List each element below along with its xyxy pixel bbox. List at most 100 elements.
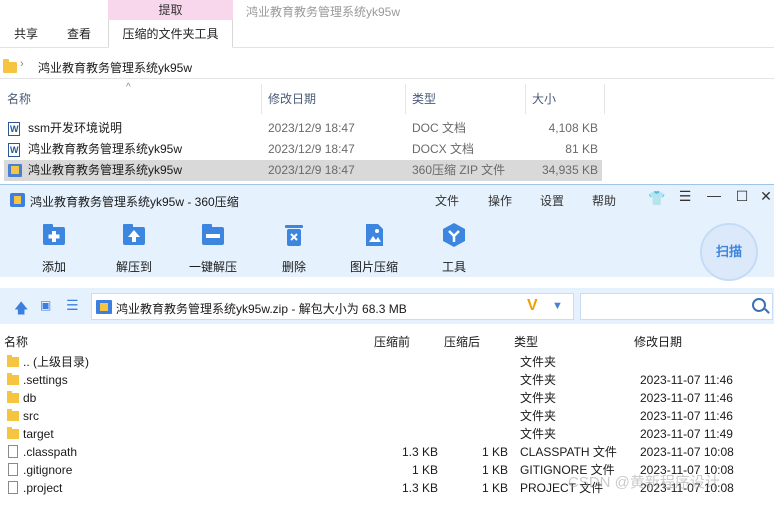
zip-row-name: .settings xyxy=(23,373,68,387)
zip-column-after[interactable]: 压缩后 xyxy=(444,333,480,350)
zip-row-date: 2023-11-07 11:46 xyxy=(640,391,733,405)
zip-row-name: target xyxy=(23,427,54,441)
file-icon xyxy=(8,445,18,458)
zip-row-name: .project xyxy=(23,481,63,495)
zip-row-date: 2023-11-07 11:49 xyxy=(640,427,733,441)
folder-icon xyxy=(7,355,19,367)
context-tab-header[interactable]: 提取 xyxy=(108,0,233,20)
menu-help[interactable]: 帮助 xyxy=(592,192,616,209)
explorer-address-bar[interactable]: › 鸿业教育教务管理系统yk95w xyxy=(0,53,774,79)
zip-row[interactable]: db 文件夹 2023-11-07 11:46 xyxy=(0,389,774,407)
zip-address-row: 🡅 ▣ ☰ 鸿业教育教务管理系统yk95w.zip - 解包大小为 68.3 M… xyxy=(0,288,774,324)
tab-share[interactable]: 共享 xyxy=(8,20,44,48)
file-size: 4,108 KB xyxy=(548,121,598,135)
zip-row-date: 2023-11-07 11:46 xyxy=(640,373,733,387)
explorer-window-title: 鸿业教育教务管理系统yk95w xyxy=(246,5,401,19)
zip-row-before: 1.3 KB xyxy=(401,445,438,459)
menu-file[interactable]: 文件 xyxy=(435,192,459,209)
add-icon xyxy=(43,224,65,245)
tools-label: 工具 xyxy=(441,260,466,274)
zip-row-name: .. (上级目录) xyxy=(23,355,89,369)
zip-row[interactable]: .. (上级目录) 文件夹 xyxy=(0,353,774,371)
close-icon[interactable]: ✕ xyxy=(757,188,774,205)
one-click-extract-icon xyxy=(202,224,224,245)
file-type: 360压缩 ZIP 文件 xyxy=(412,163,506,177)
dropdown-arrow-icon[interactable]: ▼ xyxy=(552,300,563,312)
zip-row[interactable]: .classpath 1.3 KB 1 KB CLASSPATH 文件 2023-11-… xyxy=(0,443,774,461)
add-label: 添加 xyxy=(41,260,66,274)
file-row[interactable]: ssm开发环境说明 2023/12/9 18:47 DOC 文档 4,108 K… xyxy=(4,118,602,140)
delete-button[interactable]: 删除 xyxy=(261,215,327,277)
file-type: DOCX 文档 xyxy=(412,142,475,156)
zip-archive-icon xyxy=(96,300,112,314)
word-doc-icon xyxy=(8,119,20,140)
list-view-icon[interactable]: ☰ xyxy=(66,297,79,314)
tab-compressed-folder-tools[interactable]: 压缩的文件夹工具 xyxy=(108,20,233,48)
skin-icon[interactable]: 👕 xyxy=(648,190,666,207)
menu-icon[interactable]: ☰ xyxy=(676,188,694,205)
zip-row-name: db xyxy=(23,391,37,405)
delete-label: 删除 xyxy=(281,260,306,274)
address-path: 鸿业教育教务管理系统yk95w xyxy=(38,61,193,75)
zip-row[interactable]: .settings 文件夹 2023-11-07 11:46 xyxy=(0,371,774,389)
column-divider[interactable] xyxy=(604,84,605,114)
file-name: 鸿业教育教务管理系统yk95w xyxy=(28,163,183,177)
zip-column-type[interactable]: 类型 xyxy=(514,333,538,350)
zip-titlebar[interactable]: 鸿业教育教务管理系统yk95w - 360压缩 文件 操作 设置 帮助 👕 ☰ … xyxy=(0,185,774,215)
one-click-extract-button[interactable]: 一键解压 xyxy=(180,215,246,277)
zip-row-after: 1 KB xyxy=(481,445,508,459)
column-divider[interactable] xyxy=(261,84,262,114)
chevron-right-icon: › xyxy=(20,58,24,70)
image-compress-label: 图片压缩 xyxy=(349,260,398,274)
column-type[interactable]: 类型 xyxy=(412,84,436,114)
file-row-selected[interactable]: 鸿业教育教务管理系统yk95w 2023/12/9 18:47 360压缩 ZI… xyxy=(4,160,602,181)
zip-address-field[interactable]: 鸿业教育教务管理系统yk95w.zip - 解包大小为 68.3 MB V ▼ xyxy=(91,293,574,320)
zip-row-name: .gitignore xyxy=(23,463,73,477)
extract-to-button[interactable]: 解压到 xyxy=(101,215,167,277)
folder-icon xyxy=(7,409,19,421)
search-icon[interactable] xyxy=(752,298,766,312)
zip-column-before[interactable]: 压缩前 xyxy=(374,333,410,350)
menu-settings[interactable]: 设置 xyxy=(540,192,564,209)
zip-row-type: 文件夹 xyxy=(520,427,557,441)
folder-icon xyxy=(7,391,19,403)
zip-row-after: 1 KB xyxy=(481,463,508,477)
zip-column-name[interactable]: 名称 xyxy=(4,333,28,350)
file-row[interactable]: 鸿业教育教务管理系统yk95w 2023/12/9 18:47 DOCX 文档 … xyxy=(4,139,602,161)
tools-button[interactable]: 工具 xyxy=(421,215,487,277)
ribbon-tabs: 共享 查看 压缩的文件夹工具 xyxy=(0,20,774,48)
maximize-icon[interactable]: ☐ xyxy=(733,188,751,205)
zip-row-type: 文件夹 xyxy=(520,409,557,423)
menu-operate[interactable]: 操作 xyxy=(488,192,512,209)
zip-address-path: 鸿业教育教务管理系统yk95w.zip - 解包大小为 68.3 MB xyxy=(116,302,407,316)
zip-search-input[interactable] xyxy=(580,293,773,320)
zip-window: 鸿业教育教务管理系统yk95w - 360压缩 文件 操作 设置 帮助 👕 ☰ … xyxy=(0,184,774,505)
file-icon xyxy=(8,463,18,476)
folder-icon xyxy=(7,427,19,439)
up-arrow-icon[interactable]: 🡅 xyxy=(14,298,28,322)
zip-column-date[interactable]: 修改日期 xyxy=(634,333,682,350)
view-icon[interactable]: ▣ xyxy=(40,298,51,312)
column-size[interactable]: 大小 xyxy=(532,84,556,114)
image-compress-icon xyxy=(366,224,383,246)
add-button[interactable]: 添加 xyxy=(21,215,87,277)
zip-app-icon xyxy=(10,193,25,207)
zip-row[interactable]: src 文件夹 2023-11-07 11:46 xyxy=(0,407,774,425)
file-date: 2023/12/9 18:47 xyxy=(268,142,355,156)
zip-row-before: 1 KB xyxy=(411,463,438,477)
zip-row-type: 文件夹 xyxy=(520,391,557,405)
zip-row[interactable]: target 文件夹 2023-11-07 11:49 xyxy=(0,425,774,443)
zip-row-date: 2023-11-07 11:46 xyxy=(640,409,733,423)
minimize-icon[interactable]: — xyxy=(705,187,723,203)
column-divider[interactable] xyxy=(525,84,526,114)
file-size: 34,935 KB xyxy=(541,163,598,177)
image-compress-button[interactable]: 图片压缩 xyxy=(341,215,407,277)
column-date[interactable]: 修改日期 xyxy=(268,84,316,114)
column-name[interactable]: 名称 xyxy=(7,84,31,114)
column-divider[interactable] xyxy=(405,84,406,114)
scan-button[interactable]: 扫描 xyxy=(700,223,758,281)
zip-row-name: src xyxy=(23,409,39,423)
file-name: ssm开发环境说明 xyxy=(28,121,122,135)
tab-view[interactable]: 查看 xyxy=(61,20,97,48)
file-date: 2023/12/9 18:47 xyxy=(268,121,355,135)
